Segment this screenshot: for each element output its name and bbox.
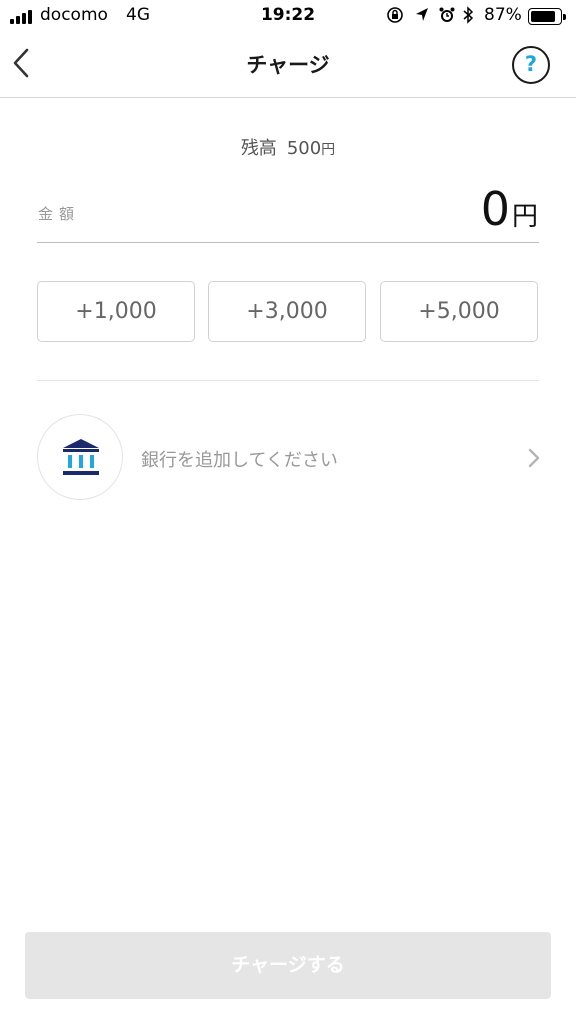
add-5000-button[interactable]: +5,000 [380, 281, 538, 342]
navigation-bar: チャージ ? [0, 34, 576, 98]
status-bar: docomo 4G 19:22 87% [0, 0, 576, 34]
balance-unit: 円 [321, 142, 336, 158]
location-icon [414, 6, 430, 28]
amount-underline [37, 242, 539, 243]
balance-label: 残高 [240, 138, 277, 159]
amount-value: 0 [480, 182, 510, 236]
add-bank-row[interactable]: 銀行を追加してください [37, 414, 541, 500]
add-1000-button[interactable]: +1,000 [37, 281, 195, 342]
bank-icon [63, 439, 99, 475]
bluetooth-icon [462, 6, 474, 28]
chevron-right-icon [527, 447, 541, 469]
amount-label: 金額 [38, 205, 81, 223]
help-button[interactable]: ? [512, 46, 550, 84]
add-bank-prompt: 銀行を追加してください [141, 450, 338, 471]
amount-input[interactable]: 0円 [481, 182, 538, 236]
divider [37, 380, 539, 381]
balance-value: 500 [286, 138, 322, 159]
rotation-lock-icon [386, 6, 404, 28]
battery-percentage: 87% [484, 5, 522, 25]
alarm-icon [438, 6, 456, 28]
battery-icon [528, 8, 566, 25]
page-title: チャージ [246, 53, 330, 77]
add-3000-button[interactable]: +3,000 [208, 281, 366, 342]
battery-level [531, 11, 555, 22]
bank-icon-container [37, 414, 123, 500]
amount-unit: 円 [511, 202, 538, 232]
charge-button[interactable]: チャージする [25, 932, 551, 999]
balance-display: 残高 500円 [0, 134, 576, 160]
